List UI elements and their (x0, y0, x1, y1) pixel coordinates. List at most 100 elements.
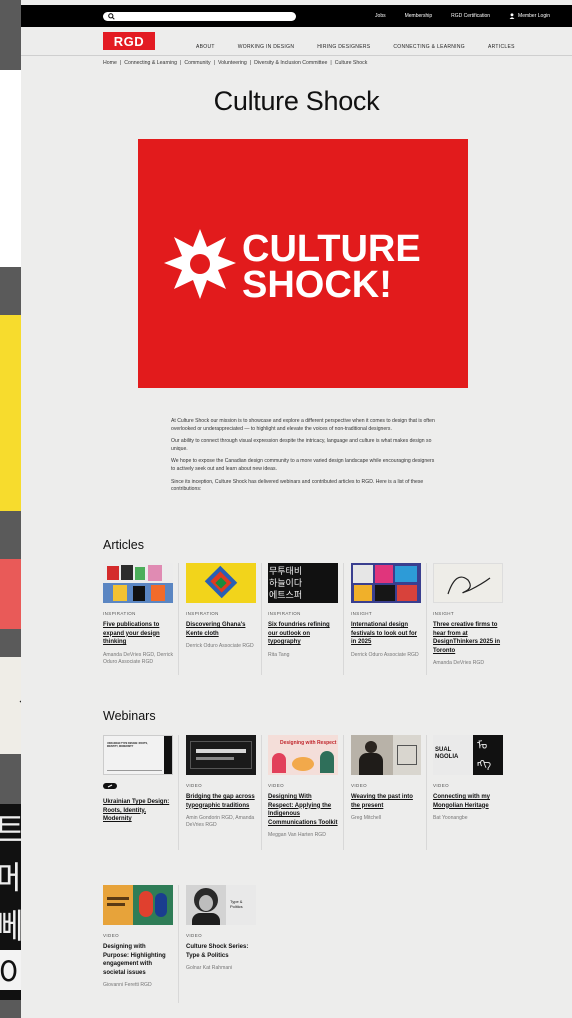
card-title-link[interactable]: Discovering Ghana's Kente cloth (186, 621, 256, 638)
card-divider (178, 885, 179, 1003)
thumb-text: Designing with Respect (280, 740, 337, 746)
card-category: INSPIRATION (268, 611, 301, 616)
article-card[interactable]: INSIGHT International design festivals t… (351, 563, 421, 659)
nav-connecting-learning[interactable]: CONNECTING & LEARNING (393, 44, 465, 50)
top-link-membership[interactable]: Membership (405, 13, 433, 19)
webinar-card[interactable]: Designing with Respect VIDEO Designing W… (268, 735, 338, 839)
card-title-link[interactable]: Six foundries refining our outlook on ty… (268, 621, 338, 647)
card-author: Derrick Oduro Associate RGD (186, 643, 254, 649)
card-author: Amin Gondorin RGD, Amanda DeVries RGD (186, 815, 255, 828)
svg-text:무투태비: 무투태비 (269, 566, 302, 577)
webinar-card[interactable]: SUAL NGOLIA ᠮᠣ ᠩᠭ VIDEO Connecting with … (433, 735, 503, 822)
nav-articles[interactable]: ARTICLES (488, 44, 515, 50)
webinar-thumbnail[interactable]: UKRAINIAN TYPE DESIGN: ROOTS, IDENTITY, … (103, 735, 173, 775)
intro-paragraph: We hope to expose the Canadian design co… (171, 458, 435, 472)
breadcrumb-connecting[interactable]: Connecting & Learning (124, 60, 177, 66)
card-title-link[interactable]: Designing with Purpose: Highlighting eng… (103, 943, 173, 977)
card-author: Amanda DeVries RGD (433, 660, 485, 666)
thumb-text: Type & Politics (230, 899, 243, 909)
webinar-card[interactable]: UKRAINIAN TYPE DESIGN: ROOTS, IDENTITY, … (103, 735, 173, 824)
article-card[interactable]: 무투태비 하늘이다 에트스퍼 INSPIRATION Six foundries… (268, 563, 338, 659)
webinar-thumbnail[interactable] (351, 735, 421, 775)
webinar-thumbnail[interactable] (186, 735, 256, 775)
svg-text:하늘이다: 하늘이다 (269, 578, 303, 589)
card-author: Giovanni Feretti RGD (103, 982, 152, 988)
card-title-link[interactable]: Designing With Respect: Applying the Ind… (268, 793, 338, 827)
hero-line2: SHOCK! (242, 264, 392, 306)
card-title-link[interactable]: Weaving the past into the present (351, 793, 421, 810)
card-divider (261, 735, 262, 850)
card-divider (178, 563, 179, 675)
card-author: Derrick Oduro Associate RGD (351, 651, 419, 658)
card-category: VIDEO (268, 783, 285, 788)
article-thumbnail[interactable] (103, 563, 173, 603)
search-input[interactable] (103, 12, 296, 21)
card-author: Meggan Van Harten RGD (268, 832, 326, 838)
hero-banner: CULTURE SHOCK! (138, 139, 468, 388)
card-title-link[interactable]: Connecting with my Mongolian Heritage (433, 793, 503, 810)
card-divider (343, 563, 344, 675)
card-title-link[interactable]: Three creative firms to hear from at Des… (433, 621, 503, 655)
card-title-link[interactable]: International design festivals to look o… (351, 621, 421, 647)
card-title-link[interactable]: Ukrainian Type Design: Roots, Identity, … (103, 798, 173, 824)
main-nav: ABOUT WORKING IN DESIGN HIRING DESIGNERS… (196, 44, 515, 50)
article-card[interactable]: INSPIRATION Five publications to expand … (103, 563, 173, 666)
webinar-thumbnail[interactable]: Type & Politics (186, 885, 256, 925)
card-divider (426, 563, 427, 675)
card-category: INSIGHT (351, 611, 373, 616)
member-login-link[interactable]: Member Login (509, 13, 550, 19)
page-title: Culture Shock (213, 86, 380, 116)
webinar-card[interactable]: Type & Politics VIDEO Culture Shock Seri… (186, 885, 256, 972)
breadcrumb-home[interactable]: Home (103, 60, 117, 66)
breadcrumb-diversity[interactable]: Diversity & Inclusion Committee (254, 60, 327, 66)
intro-text: At Culture Shock our mission is to showc… (171, 418, 436, 499)
card-title-link[interactable]: Five publications to expand your design … (103, 621, 173, 647)
card-author: Amanda DeVries RGD, Derrick Oduro Associ… (103, 651, 174, 665)
member-login-label: Member Login (518, 13, 550, 19)
nav-working-in-design[interactable]: WORKING IN DESIGN (238, 44, 295, 50)
thumb-text: UKRAINIAN TYPE DESIGN: ROOTS, IDENTITY, … (107, 742, 148, 748)
search-icon (108, 13, 115, 20)
article-thumbnail[interactable] (433, 563, 503, 603)
svg-text:ᠮᠣ: ᠮᠣ (477, 739, 487, 752)
play-icon (107, 784, 113, 788)
breadcrumb-community[interactable]: Community (184, 60, 210, 66)
top-link-jobs[interactable]: Jobs (375, 13, 386, 19)
nav-divider (21, 55, 572, 56)
article-card[interactable]: INSPIRATION Discovering Ghana's Kente cl… (186, 563, 256, 650)
article-card[interactable]: INSIGHT Three creative firms to hear fro… (433, 563, 503, 667)
browser-page: Jobs Membership RGD Certification Member… (21, 0, 572, 1018)
card-category: VIDEO (351, 783, 368, 788)
card-divider (178, 735, 179, 850)
webinar-thumbnail[interactable]: Designing with Respect (268, 735, 338, 775)
card-title-link[interactable]: Culture Shock Series: Type & Politics (186, 943, 256, 960)
webinars-heading: Webinars (103, 709, 156, 723)
svg-text:ᠩᠭ: ᠩᠭ (477, 757, 491, 770)
rgd-logo[interactable]: RGD (103, 32, 155, 50)
user-icon (509, 13, 515, 19)
article-thumbnail[interactable] (186, 563, 256, 603)
top-link-certification[interactable]: RGD Certification (451, 13, 490, 19)
breadcrumb-volunteering[interactable]: Volunteering (218, 60, 247, 66)
card-category: VIDEO (433, 783, 450, 788)
card-divider (261, 563, 262, 675)
webinar-card[interactable]: VIDEO Weaving the past into the present … (351, 735, 421, 822)
intro-paragraph: At Culture Shock our mission is to showc… (171, 418, 435, 432)
card-divider (343, 735, 344, 850)
card-author: Rita Tang (268, 651, 290, 658)
card-category: VIDEO (186, 783, 203, 788)
article-thumbnail[interactable]: 무투태비 하늘이다 에트스퍼 (268, 563, 338, 603)
top-utility-bar: Jobs Membership RGD Certification Member… (21, 5, 572, 27)
nav-about[interactable]: ABOUT (196, 44, 215, 50)
video-badge (103, 783, 117, 789)
card-category: INSPIRATION (103, 611, 136, 616)
nav-hiring-designers[interactable]: HIRING DESIGNERS (317, 44, 370, 50)
webinar-thumbnail[interactable] (103, 885, 173, 925)
article-thumbnail[interactable] (351, 563, 421, 603)
intro-paragraph: Since its inception, Culture Shock has d… (171, 478, 424, 493)
webinar-card[interactable]: VIDEO Designing with Purpose: Highlighti… (103, 885, 173, 989)
webinar-card[interactable]: VIDEO Bridging the gap across typographi… (186, 735, 256, 829)
webinar-thumbnail[interactable]: SUAL NGOLIA ᠮᠣ ᠩᠭ (433, 735, 503, 775)
card-title-link[interactable]: Bridging the gap across typographic trad… (186, 793, 256, 810)
articles-heading: Articles (103, 538, 144, 552)
